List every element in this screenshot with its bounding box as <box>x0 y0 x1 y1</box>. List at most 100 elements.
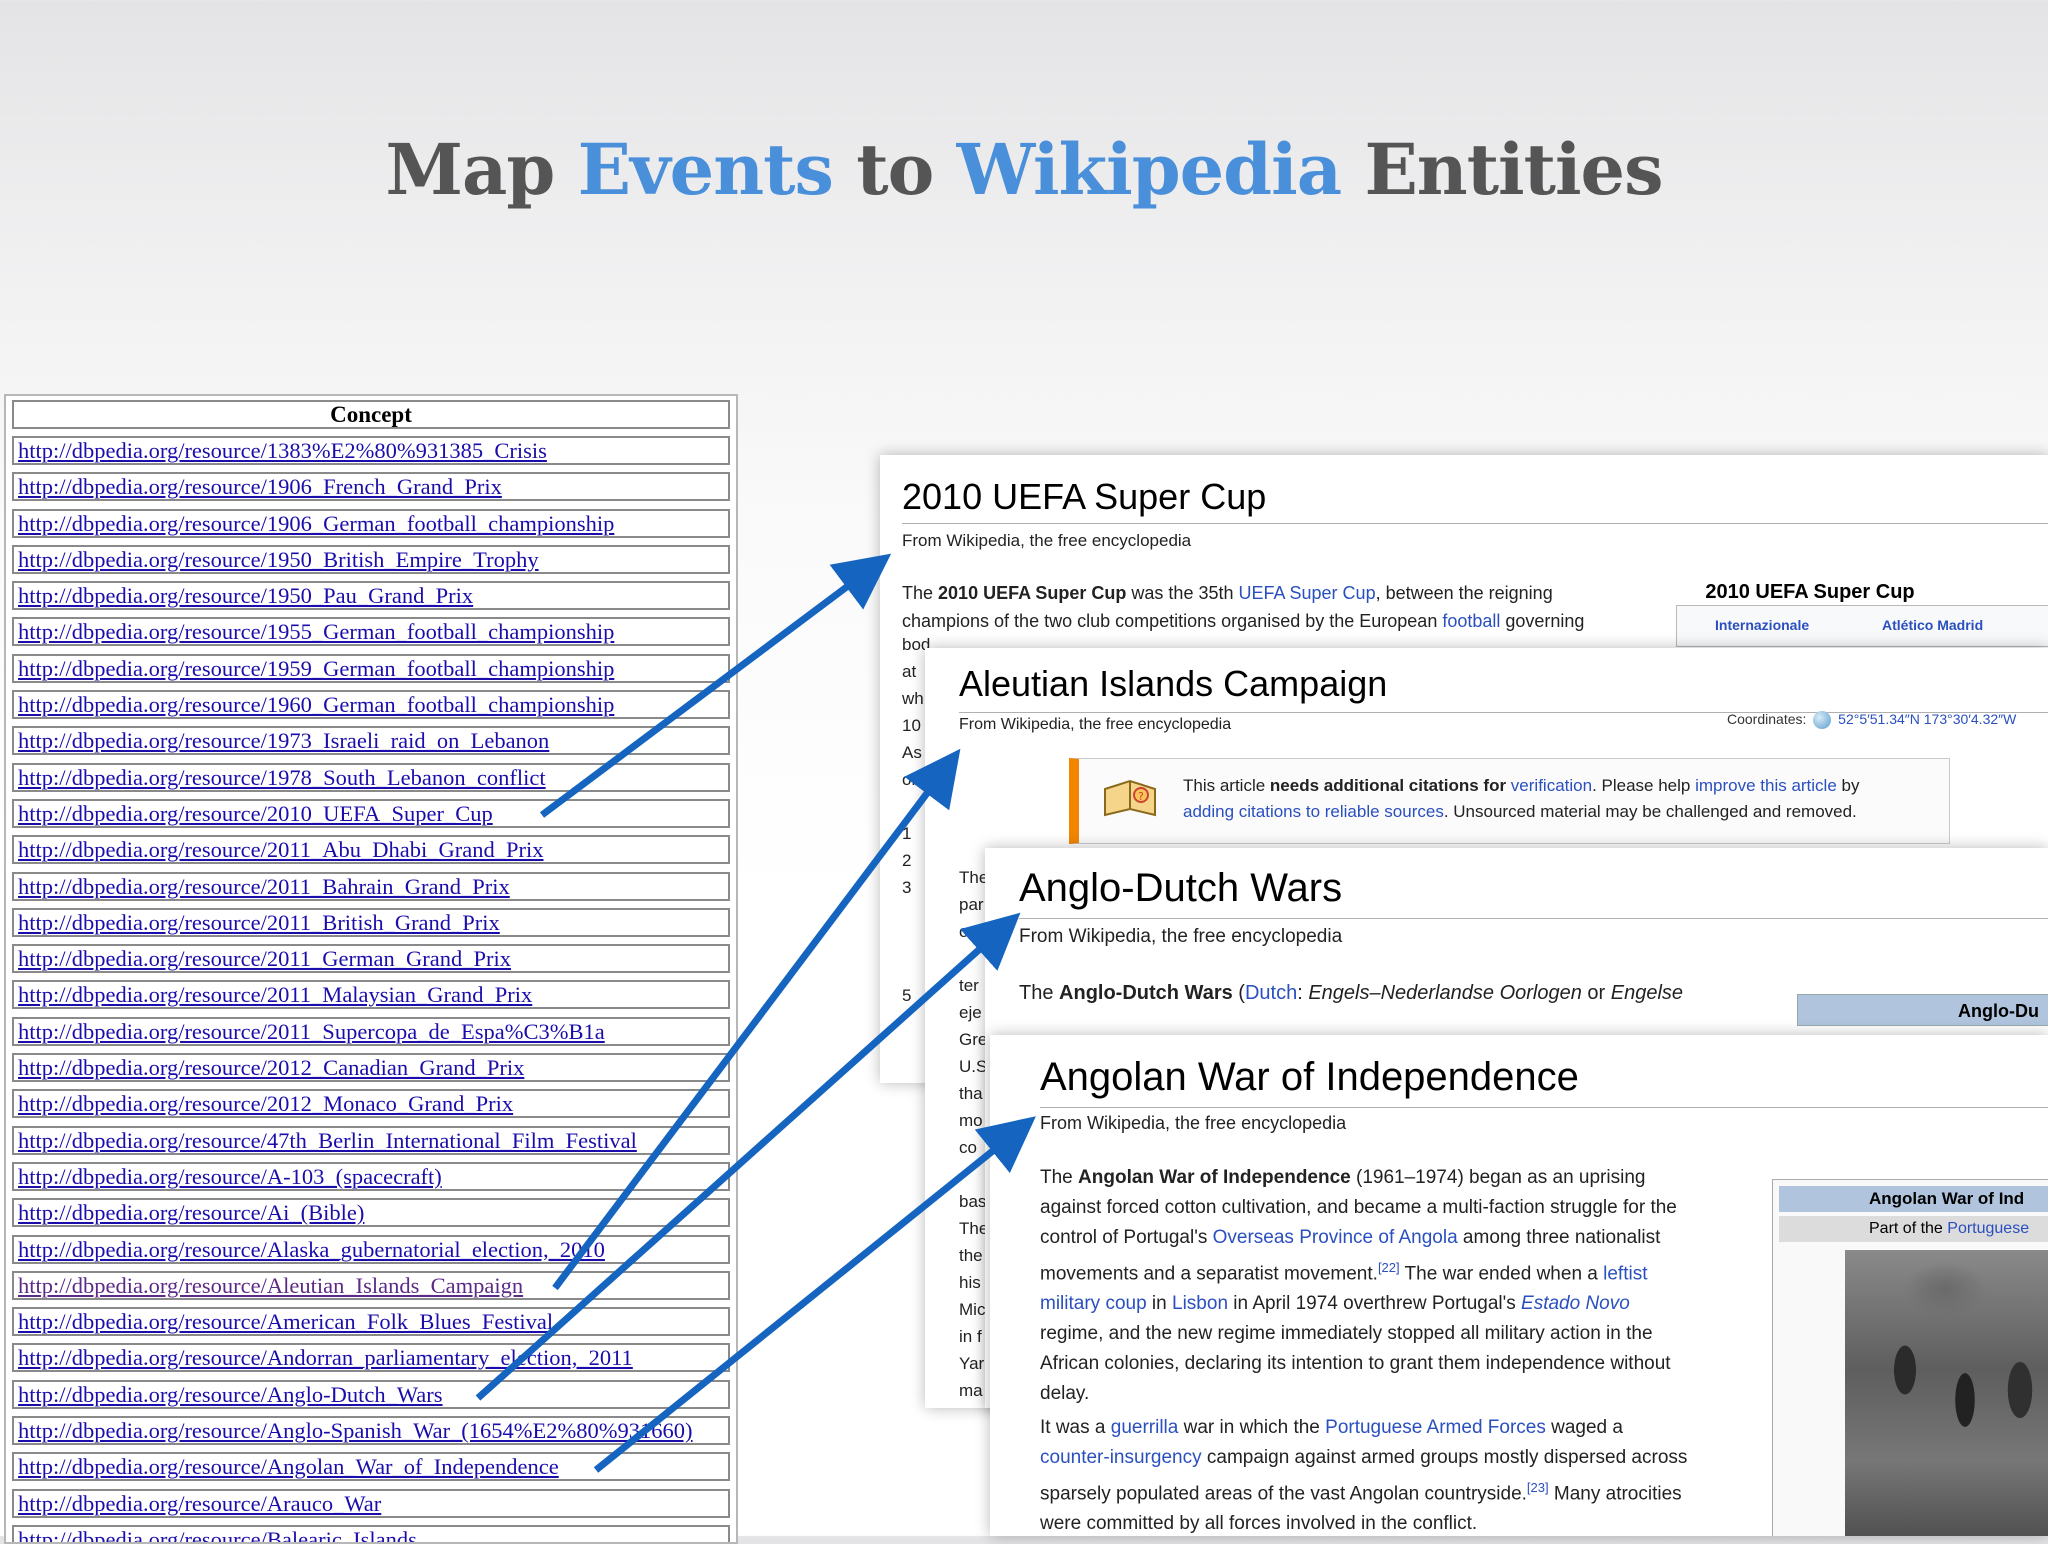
improve-article-link[interactable]: improve this article <box>1695 776 1837 795</box>
clipped-text-line: par <box>959 895 984 914</box>
concept-row: http://dbpedia.org/resource/1955_German_… <box>12 617 730 647</box>
concept-link[interactable]: http://dbpedia.org/resource/Alaska_guber… <box>18 1237 605 1262</box>
clipped-text-line: ter <box>959 976 979 995</box>
wiki-card-clipped-text: The par on ter eje Gre U.S tha mo co bas The the his M… <box>959 864 988 1404</box>
article-link[interactable]: leftist <box>1603 1263 1647 1284</box>
concept-link[interactable]: http://dbpedia.org/resource/2012_Monaco_… <box>18 1091 513 1116</box>
clipped-text-line <box>959 1161 988 1188</box>
concept-link[interactable]: http://dbpedia.org/resource/47th_Berlin_… <box>18 1128 637 1153</box>
clipped-text-line <box>959 945 988 972</box>
concept-row: http://dbpedia.org/resource/1950_British… <box>12 544 730 574</box>
concept-link[interactable]: http://dbpedia.org/resource/Balearic_Isl… <box>18 1527 417 1542</box>
article-link[interactable]: Estado Novo <box>1521 1293 1630 1314</box>
wiki-card-paragraph-1: The Angolan War of Independence (1961–19… <box>1040 1163 1677 1409</box>
clipped-text-line: in f <box>959 1327 982 1346</box>
clipped-text-line: U.S <box>959 1057 988 1076</box>
clipped-text-line: ma <box>959 1381 983 1400</box>
uefa-super-cup-link[interactable]: UEFA Super Cup <box>1239 583 1376 603</box>
clipped-text-line: The <box>959 1219 989 1238</box>
paragraph-line: control of Portugal's Overseas Province … <box>1040 1223 1677 1253</box>
dutch-link[interactable]: Dutch <box>1245 982 1297 1004</box>
concept-row: http://dbpedia.org/resource/1906_German_… <box>12 508 730 538</box>
concept-link[interactable]: http://dbpedia.org/resource/1959_German_… <box>18 656 614 681</box>
article-link[interactable]: [23] <box>1527 1480 1549 1495</box>
concept-link[interactable]: http://dbpedia.org/resource/Ai_(Bible) <box>18 1200 364 1225</box>
clipped-text-line: his <box>959 1273 981 1292</box>
paragraph-line: The Angolan War of Independence (1961–19… <box>1040 1163 1677 1193</box>
svg-text:?: ? <box>1138 790 1144 803</box>
article-link[interactable]: guerrilla <box>1111 1417 1179 1438</box>
paragraph-line: African colonies, declaring its intentio… <box>1040 1349 1677 1379</box>
concept-link[interactable]: http://dbpedia.org/resource/Arauco_War <box>18 1491 381 1516</box>
clipped-text-line: The <box>959 868 989 887</box>
concept-link[interactable]: http://dbpedia.org/resource/2011_Superco… <box>18 1019 605 1044</box>
concept-link[interactable]: http://dbpedia.org/resource/1955_German_… <box>18 619 614 644</box>
concept-row: http://dbpedia.org/resource/Andorran_par… <box>12 1343 730 1373</box>
concept-row: http://dbpedia.org/resource/American_Fol… <box>12 1307 730 1337</box>
coordinates: Coordinates: 52°5′51.34″N 173°30′4.32″W <box>1727 711 2016 730</box>
coordinates-value[interactable]: 52°5′51.34″N 173°30′4.32″W <box>1838 711 2016 727</box>
paragraph-text: against forced cotton cultivation, and b… <box>1040 1197 1677 1218</box>
concept-link[interactable]: http://dbpedia.org/resource/Anglo-Dutch_… <box>18 1382 443 1407</box>
article-link[interactable]: military coup <box>1040 1293 1147 1314</box>
concept-row: http://dbpedia.org/resource/2012_Monaco_… <box>12 1089 730 1119</box>
portuguese-link[interactable]: Portuguese <box>1947 1220 2029 1237</box>
concept-link[interactable]: http://dbpedia.org/resource/Anglo-Spanis… <box>18 1418 693 1443</box>
concept-row: http://dbpedia.org/resource/2011_Abu_Dha… <box>12 835 730 865</box>
concept-link[interactable]: http://dbpedia.org/resource/2012_Canadia… <box>18 1055 524 1080</box>
concept-link[interactable]: http://dbpedia.org/resource/1950_British… <box>18 547 539 572</box>
concept-link[interactable]: http://dbpedia.org/resource/1960_German_… <box>18 692 614 717</box>
infobox-subtitle: Part of the Portuguese <box>1779 1216 2048 1242</box>
verification-link[interactable]: verification <box>1511 776 1592 795</box>
concept-link[interactable]: http://dbpedia.org/resource/Andorran_par… <box>18 1345 633 1370</box>
concept-link[interactable]: http://dbpedia.org/resource/1906_French_… <box>18 474 502 499</box>
title-word-map: Map <box>385 128 578 211</box>
paragraph-text: in <box>1146 1293 1173 1315</box>
clipped-text-line: tha <box>959 1084 983 1103</box>
concept-link[interactable]: http://dbpedia.org/resource/2011_German_… <box>18 946 511 971</box>
concept-row: http://dbpedia.org/resource/Anglo-Spanis… <box>12 1416 730 1446</box>
article-link[interactable]: Portuguese Armed Forces <box>1325 1417 1546 1438</box>
paragraph-text: Many atrocities <box>1548 1483 1682 1505</box>
wiki-card-subtitle: From Wikipedia, the free encyclopedia <box>1019 926 1343 947</box>
concept-table-header: Concept <box>12 400 730 429</box>
concept-link[interactable]: http://dbpedia.org/resource/1906_German_… <box>18 511 614 536</box>
concept-row: http://dbpedia.org/resource/2011_Superco… <box>12 1016 730 1046</box>
article-link[interactable]: Overseas Province of Angola <box>1213 1227 1458 1248</box>
article-link[interactable]: Lisbon <box>1172 1293 1228 1314</box>
concept-link[interactable]: http://dbpedia.org/resource/1978_South_L… <box>18 765 546 790</box>
wiki-card-subtitle: From Wikipedia, the free encyclopedia <box>959 716 1232 733</box>
intro-line-2: champions of the two club competitions o… <box>902 611 1585 631</box>
concept-link[interactable]: http://dbpedia.org/resource/1950_Pau_Gra… <box>18 583 473 608</box>
concept-row: http://dbpedia.org/resource/Ai_(Bible) <box>12 1198 730 1228</box>
concept-link[interactable]: http://dbpedia.org/resource/Aleutian_Isl… <box>18 1273 523 1298</box>
paragraph-text: waged a <box>1545 1417 1623 1438</box>
infobox-title: Angolan War of Ind <box>1779 1186 2048 1212</box>
wiki-card-title: Anglo-Dutch Wars <box>1019 864 2048 919</box>
infobox-team-1[interactable]: Internazionale <box>1715 617 1809 633</box>
concept-row: http://dbpedia.org/resource/Anglo-Dutch_… <box>12 1379 730 1409</box>
article-link[interactable]: counter-insurgency <box>1040 1447 1202 1468</box>
concept-row: http://dbpedia.org/resource/Arauco_War <box>12 1488 730 1518</box>
concept-link[interactable]: http://dbpedia.org/resource/2011_Malaysi… <box>18 982 532 1007</box>
infobox-team-2[interactable]: Atlético Madrid <box>1882 617 1983 633</box>
article-link[interactable]: [22] <box>1378 1260 1400 1275</box>
citation-notice-text: This article needs additional citations … <box>1183 776 1860 821</box>
concept-link[interactable]: http://dbpedia.org/resource/American_Fol… <box>18 1309 553 1334</box>
concept-link[interactable]: http://dbpedia.org/resource/1383%E2%80%9… <box>18 438 547 463</box>
adding-citations-link[interactable]: adding citations to reliable sources <box>1183 802 1444 821</box>
concept-row: http://dbpedia.org/resource/1959_German_… <box>12 653 730 683</box>
concept-row: http://dbpedia.org/resource/Alaska_guber… <box>12 1234 730 1264</box>
concept-link[interactable]: http://dbpedia.org/resource/Angolan_War_… <box>18 1454 559 1479</box>
concept-link[interactable]: http://dbpedia.org/resource/2011_British… <box>18 910 500 935</box>
concept-row: http://dbpedia.org/resource/1950_Pau_Gra… <box>12 581 730 611</box>
paragraph-text: movements and a separatist movement. <box>1040 1263 1378 1285</box>
concept-link[interactable]: http://dbpedia.org/resource/1973_Israeli… <box>18 728 549 753</box>
clipped-text-line: bas <box>959 1192 987 1211</box>
concept-link[interactable]: http://dbpedia.org/resource/2011_Abu_Dha… <box>18 837 544 862</box>
concept-link[interactable]: http://dbpedia.org/resource/2011_Bahrain… <box>18 874 510 899</box>
wiki-card-title: 2010 UEFA Super Cup <box>902 475 2048 524</box>
concept-link[interactable]: http://dbpedia.org/resource/A-103_(space… <box>18 1164 442 1189</box>
football-link[interactable]: football <box>1442 611 1500 631</box>
concept-link[interactable]: http://dbpedia.org/resource/2010_UEFA_Su… <box>18 801 493 826</box>
